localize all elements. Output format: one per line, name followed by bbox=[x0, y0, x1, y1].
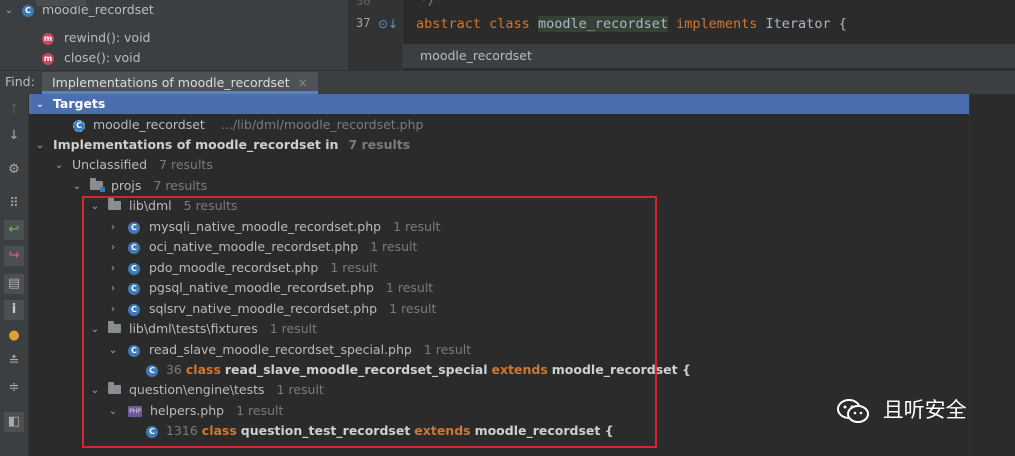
code-line: abstract class moodle_recordset implemen… bbox=[416, 16, 847, 32]
tree-node-projs[interactable]: ⌄ projs 7 results bbox=[72, 176, 207, 196]
abstract-class-icon: C bbox=[73, 119, 85, 132]
scrollbar-area[interactable] bbox=[969, 94, 1015, 456]
tree-node-implementations[interactable]: ⌄ Implementations of moodle_recordset in… bbox=[35, 135, 410, 155]
find-label: Find: bbox=[5, 74, 35, 89]
info-icon[interactable]: i bbox=[4, 300, 24, 320]
implementations-count: 7 results bbox=[348, 137, 411, 152]
tree-node-targets[interactable]: ⌄ Targets bbox=[29, 94, 969, 114]
folder-group-icon[interactable]: ▤ bbox=[4, 274, 24, 294]
code-keyword: abstract class bbox=[416, 16, 530, 32]
line-number-current: 37 bbox=[356, 16, 371, 30]
chevron-down-icon[interactable]: ⌄ bbox=[72, 177, 82, 197]
unclassified-label: Unclassified bbox=[71, 157, 148, 172]
method-icon: m bbox=[42, 32, 54, 45]
unclassified-count: 7 results bbox=[159, 157, 213, 172]
wechat-icon bbox=[837, 399, 869, 423]
method-icon: m bbox=[42, 52, 54, 65]
chevron-down-icon[interactable]: ⌄ bbox=[35, 136, 45, 156]
chevron-down-icon[interactable]: ⌄ bbox=[4, 1, 14, 21]
editor-tooltip: moodle_recordset bbox=[402, 44, 1015, 68]
structure-method-rewind[interactable]: m rewind(): void bbox=[42, 28, 150, 48]
chevron-down-icon[interactable]: ⌄ bbox=[35, 95, 45, 115]
code-class-name: moodle_recordset bbox=[537, 16, 668, 32]
tab-implementations[interactable]: Implementations of moodle_recordset × bbox=[42, 72, 319, 94]
arrow-up-icon[interactable]: ↑ bbox=[4, 100, 24, 120]
code-comment: */ bbox=[420, 0, 436, 9]
targets-label: Targets bbox=[52, 96, 106, 111]
code-text: Iterator { bbox=[765, 16, 847, 32]
implemented-gutter-icon[interactable]: ⊙↓ bbox=[378, 17, 398, 31]
method-label: rewind(): void bbox=[63, 30, 151, 45]
projs-count: 7 results bbox=[153, 178, 208, 193]
watermark-text: 且听安全 bbox=[882, 398, 967, 422]
tab-title: Implementations of moodle_recordset bbox=[52, 75, 290, 90]
tree-node-target[interactable]: C moodle_recordset .../lib/dml/moodle_re… bbox=[73, 115, 423, 135]
gear-icon[interactable]: ⚙ bbox=[4, 160, 24, 180]
code-keyword: implements bbox=[676, 16, 758, 32]
collapse-all-icon[interactable]: ≑ bbox=[4, 378, 24, 398]
expand-all-icon[interactable]: ≛ bbox=[4, 352, 24, 372]
coin-icon[interactable]: ● bbox=[4, 326, 24, 346]
group-icon[interactable]: ⠿ bbox=[4, 194, 24, 214]
import-icon[interactable]: ↩ bbox=[4, 220, 24, 240]
tooltip-text: moodle_recordset bbox=[420, 48, 532, 63]
method-label: close(): void bbox=[63, 50, 141, 65]
highlight-box bbox=[82, 196, 657, 448]
implementations-label: Implementations of moodle_recordset in bbox=[52, 137, 339, 152]
class-icon: C bbox=[21, 4, 34, 17]
tree-node-unclassified[interactable]: ⌄ Unclassified 7 results bbox=[54, 155, 213, 175]
watermark: 且听安全 bbox=[836, 395, 967, 425]
editor-gutter: 36 37 ⊙↓ bbox=[348, 0, 403, 70]
export-icon[interactable]: ↪ bbox=[4, 246, 24, 266]
line-number: 36 bbox=[356, 0, 371, 8]
module-folder-icon bbox=[89, 178, 105, 192]
toolbar-strip bbox=[36, 0, 86, 6]
structure-panel: ⌄ C moodle_recordset m rewind(): void m … bbox=[0, 0, 348, 70]
find-toolbar: ↑ ↓ ⚙ ⠿ ↩ ↪ ▤ i ● ≛ ≑ ◧ bbox=[0, 94, 29, 456]
chevron-down-icon[interactable]: ⌄ bbox=[54, 156, 64, 176]
close-icon[interactable]: × bbox=[298, 75, 308, 90]
target-path: .../lib/dml/moodle_recordset.php bbox=[220, 117, 424, 132]
structure-method-close[interactable]: m close(): void bbox=[42, 48, 141, 68]
arrow-down-icon[interactable]: ↓ bbox=[4, 126, 24, 146]
target-name: moodle_recordset bbox=[92, 117, 205, 132]
preview-icon[interactable]: ◧ bbox=[4, 412, 24, 432]
projs-label: projs bbox=[110, 178, 142, 193]
